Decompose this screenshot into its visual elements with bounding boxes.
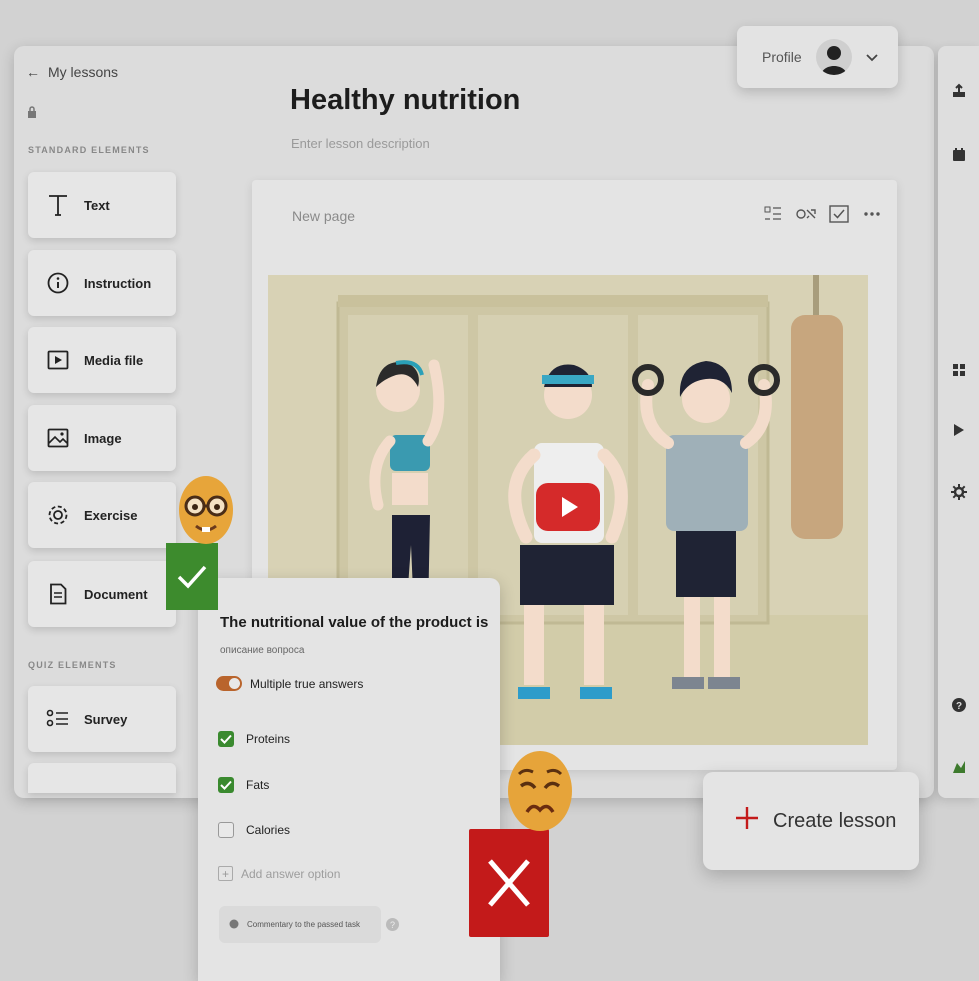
element-document[interactable]: Document (28, 561, 176, 627)
settings-icon[interactable] (950, 483, 968, 501)
checkmark-icon (177, 565, 207, 589)
toggle-label: Multiple true answers (250, 676, 364, 691)
plus-icon (735, 806, 759, 836)
answer-option[interactable]: Proteins (218, 731, 290, 747)
element-label: Media file (84, 352, 144, 368)
element-label: Instruction (84, 275, 152, 291)
cross-icon (488, 859, 530, 907)
plus-icon: + (218, 866, 233, 881)
survey-icon (46, 707, 70, 731)
checkbox-unchecked[interactable] (218, 822, 234, 838)
chevron-down-icon (866, 49, 878, 65)
profile-label: Profile (762, 49, 802, 65)
checkbox-checked[interactable] (218, 777, 234, 793)
media-icon (46, 348, 70, 372)
add-answer-option[interactable]: + Add answer option (218, 866, 340, 881)
element-media-file[interactable]: Media file (28, 327, 176, 393)
lesson-description-input[interactable]: Enter lesson description (291, 136, 430, 151)
standard-elements-heading: STANDARD ELEMENTS (28, 145, 150, 155)
answer-label: Fats (246, 778, 270, 792)
comment-button[interactable]: Commentary to the passed task (219, 906, 381, 943)
quiz-elements-heading: QUIZ ELEMENTS (28, 660, 117, 670)
answer-label: Proteins (246, 732, 291, 746)
element-label: Text (84, 197, 110, 213)
add-option-label: Add answer option (241, 866, 341, 881)
answer-option[interactable]: Fats (218, 777, 269, 793)
answer-option[interactable]: Calories (218, 822, 290, 838)
answer-label: Calories (246, 823, 291, 837)
checkbox-checked[interactable] (218, 731, 234, 747)
green-app-icon[interactable] (950, 758, 968, 776)
back-label: My lessons (48, 64, 119, 80)
share-icon[interactable] (950, 82, 968, 100)
element-survey[interactable]: Survey (28, 686, 176, 752)
multiple-answers-toggle-row[interactable]: Multiple true answers (216, 676, 363, 691)
image-icon (46, 426, 70, 450)
element-instruction[interactable]: Instruction (28, 250, 176, 316)
lock-icon (27, 106, 37, 124)
help-icon[interactable]: ? (386, 918, 399, 931)
element-partial[interactable] (28, 763, 176, 793)
comment-label: Commentary to the passed task (247, 920, 360, 929)
help-icon[interactable]: ? (950, 696, 968, 714)
calendar-icon[interactable] (950, 146, 968, 164)
x-badge (469, 829, 549, 937)
avatar (815, 39, 852, 75)
gear-icon (46, 503, 70, 527)
back-link[interactable]: ← My lessons (26, 64, 118, 80)
svg-text:?: ? (956, 701, 962, 712)
element-label: Exercise (84, 507, 138, 523)
text-icon (46, 193, 70, 217)
document-icon (46, 582, 70, 606)
element-image[interactable]: Image (28, 405, 176, 471)
element-label: Document (84, 586, 148, 602)
create-lesson-button[interactable]: Create lesson (703, 772, 919, 870)
element-text[interactable]: Text (28, 172, 176, 238)
list-icon[interactable] (762, 203, 784, 225)
page-name[interactable]: New page (292, 208, 355, 224)
play-icon[interactable] (950, 421, 968, 439)
more-icon[interactable] (861, 203, 883, 225)
checkbox-icon[interactable] (828, 203, 850, 225)
page-toolbar (762, 203, 883, 225)
lesson-title[interactable]: Healthy nutrition (290, 84, 520, 117)
comment-icon (229, 919, 239, 931)
nerd-emoji-icon (178, 474, 234, 546)
right-toolbar: ? (938, 46, 979, 798)
quiz-question[interactable]: The nutritional value of the product is (220, 614, 488, 631)
profile-menu[interactable]: Profile (737, 26, 898, 88)
info-icon (46, 271, 70, 295)
element-label: Survey (84, 711, 128, 727)
grid-icon[interactable] (950, 361, 968, 379)
element-label: Image (84, 430, 122, 446)
arrow-left-icon: ← (26, 64, 40, 80)
quiz-subtitle[interactable]: описание вопроса (220, 645, 304, 656)
create-lesson-label: Create lesson (773, 809, 897, 832)
element-exercise[interactable]: Exercise (28, 482, 176, 548)
worried-emoji-icon (507, 750, 573, 832)
shuffle-icon[interactable] (795, 203, 817, 225)
check-badge (166, 543, 218, 610)
multiple-answers-toggle[interactable] (216, 676, 242, 691)
